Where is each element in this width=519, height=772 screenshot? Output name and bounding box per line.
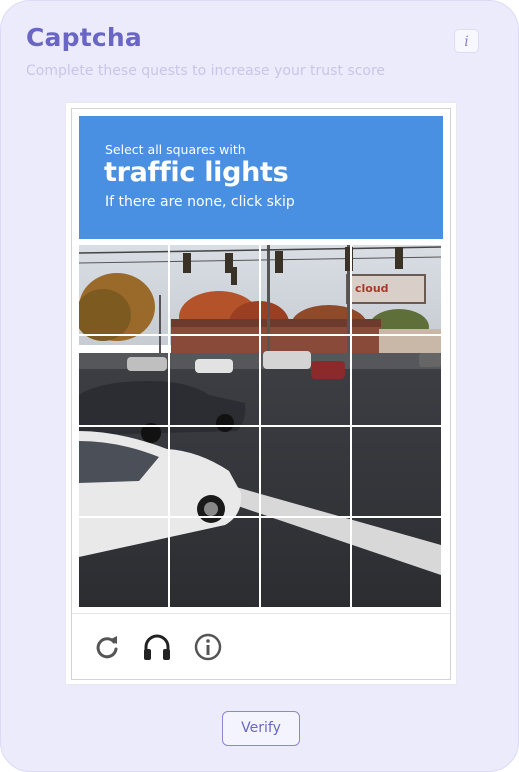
instruction-top: Select all squares with (105, 142, 246, 157)
instruction-bottom: If there are none, click skip (105, 194, 295, 210)
info-icon[interactable]: i (454, 29, 479, 53)
captcha-frame: Select all squares with traffic lights I… (71, 108, 451, 680)
grid-tile[interactable] (170, 426, 261, 517)
card-subtitle: Complete these quests to increase your t… (26, 63, 386, 79)
captcha-card: Captcha Complete these quests to increas… (0, 0, 519, 772)
verify-button[interactable]: Verify (222, 711, 300, 746)
grid-tile[interactable] (170, 245, 261, 336)
instruction-target: traffic lights (104, 157, 289, 188)
grid-tile[interactable] (260, 426, 351, 517)
grid-tile[interactable] (79, 245, 170, 336)
captcha-widget: Select all squares with traffic lights I… (65, 102, 457, 685)
headphones-icon[interactable] (142, 632, 172, 662)
grid-tile[interactable] (79, 426, 170, 517)
grid-tile[interactable] (260, 245, 351, 336)
card-title: Captcha (26, 23, 142, 52)
captcha-instruction-banner: Select all squares with traffic lights I… (79, 116, 443, 239)
grid-tile[interactable] (351, 245, 442, 336)
info-circle-icon[interactable] (193, 632, 223, 662)
reload-icon[interactable] (92, 632, 122, 662)
grid-tile[interactable] (79, 336, 170, 427)
captcha-controls (72, 613, 450, 680)
grid-tile[interactable] (170, 517, 261, 608)
grid-tile[interactable] (260, 336, 351, 427)
grid-tile[interactable] (260, 517, 351, 608)
grid-tile[interactable] (79, 517, 170, 608)
grid-tile[interactable] (351, 336, 442, 427)
grid-tile[interactable] (351, 517, 442, 608)
captcha-image-grid: cloud (79, 245, 441, 607)
grid-tile[interactable] (170, 336, 261, 427)
grid-tile[interactable] (351, 426, 442, 517)
